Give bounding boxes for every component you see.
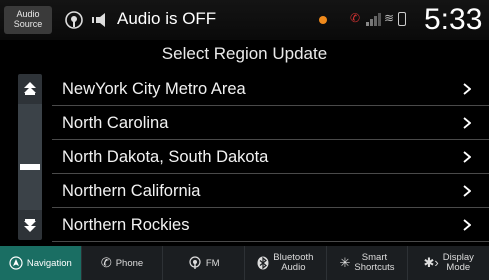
- tab-navigation-label: Navigation: [26, 257, 72, 269]
- region-label: North Carolina: [62, 114, 169, 132]
- wifi-icon: ≋: [384, 11, 395, 25]
- scroll-thumb[interactable]: [20, 164, 40, 170]
- bluetooth-icon: [257, 256, 269, 270]
- chevron-right-icon: [463, 117, 471, 129]
- audio-source-label-2: Source: [13, 19, 43, 29]
- podcast-icon: [65, 11, 83, 29]
- clock: 5:33: [424, 3, 483, 36]
- chevron-right-icon: [463, 185, 471, 197]
- region-row[interactable]: Northern Rockies: [52, 208, 489, 242]
- tab-display-mode[interactable]: ✱› Display Mode: [408, 246, 489, 280]
- tab-fm[interactable]: FM: [163, 246, 246, 280]
- tab-smart-shortcuts[interactable]: ✳ Smart Shortcuts: [327, 246, 409, 280]
- scrollbar[interactable]: [18, 74, 42, 240]
- tab-bluetooth-label-2: Audio: [281, 262, 306, 273]
- region-label: North Dakota, South Dakota: [62, 148, 269, 166]
- audio-source-button[interactable]: Audio Source: [4, 6, 52, 34]
- region-label: Northern Rockies: [62, 216, 190, 234]
- phone-disconnected-icon: ✆: [350, 11, 361, 25]
- chevron-right-icon: [463, 83, 471, 95]
- tab-phone-label: Phone: [115, 257, 144, 269]
- region-list: NewYork City Metro Area North Carolina N…: [52, 72, 489, 242]
- region-row[interactable]: NewYork City Metro Area: [52, 72, 489, 106]
- region-row[interactable]: Northern California: [52, 174, 489, 208]
- battery-icon: [398, 12, 406, 26]
- scroll-down-icon[interactable]: [18, 210, 42, 240]
- display-mode-icon: ✱›: [423, 255, 439, 270]
- radio-icon: [189, 256, 201, 269]
- region-row[interactable]: North Dakota, South Dakota: [52, 140, 489, 174]
- tab-fm-label: FM: [205, 257, 220, 269]
- scroll-track[interactable]: [18, 104, 42, 210]
- audio-status-text: Audio is OFF: [117, 9, 217, 28]
- chevron-right-icon: [463, 219, 471, 231]
- speaker-icon: [92, 13, 105, 27]
- region-label: NewYork City Metro Area: [62, 80, 246, 98]
- region-row[interactable]: North Carolina: [52, 106, 489, 140]
- tab-navigation[interactable]: Navigation: [0, 246, 82, 280]
- status-bar: Audio Source Audio is OFF ✆ ≋ 5:33: [0, 0, 489, 40]
- notification-dot: [319, 16, 327, 24]
- bottom-bar: Navigation ✆ Phone FM Bluetooth Audio ✳ …: [0, 246, 489, 280]
- tab-phone[interactable]: ✆ Phone: [82, 246, 164, 280]
- tab-bluetooth-audio[interactable]: Bluetooth Audio: [245, 246, 327, 280]
- audio-source-label-1: Audio: [16, 9, 40, 19]
- page-title: Select Region Update: [161, 44, 328, 63]
- navigation-icon: [9, 256, 23, 270]
- tab-smart-label-2: Shortcuts: [354, 262, 395, 273]
- tab-display-label-2: Mode: [446, 262, 471, 273]
- phone-icon: ✆: [100, 255, 112, 270]
- region-label: Northern California: [62, 182, 201, 200]
- chevron-right-icon: [463, 151, 471, 163]
- signal-icon: [366, 13, 381, 26]
- scroll-up-icon[interactable]: [18, 74, 42, 104]
- shortcuts-icon: ✳: [339, 255, 351, 270]
